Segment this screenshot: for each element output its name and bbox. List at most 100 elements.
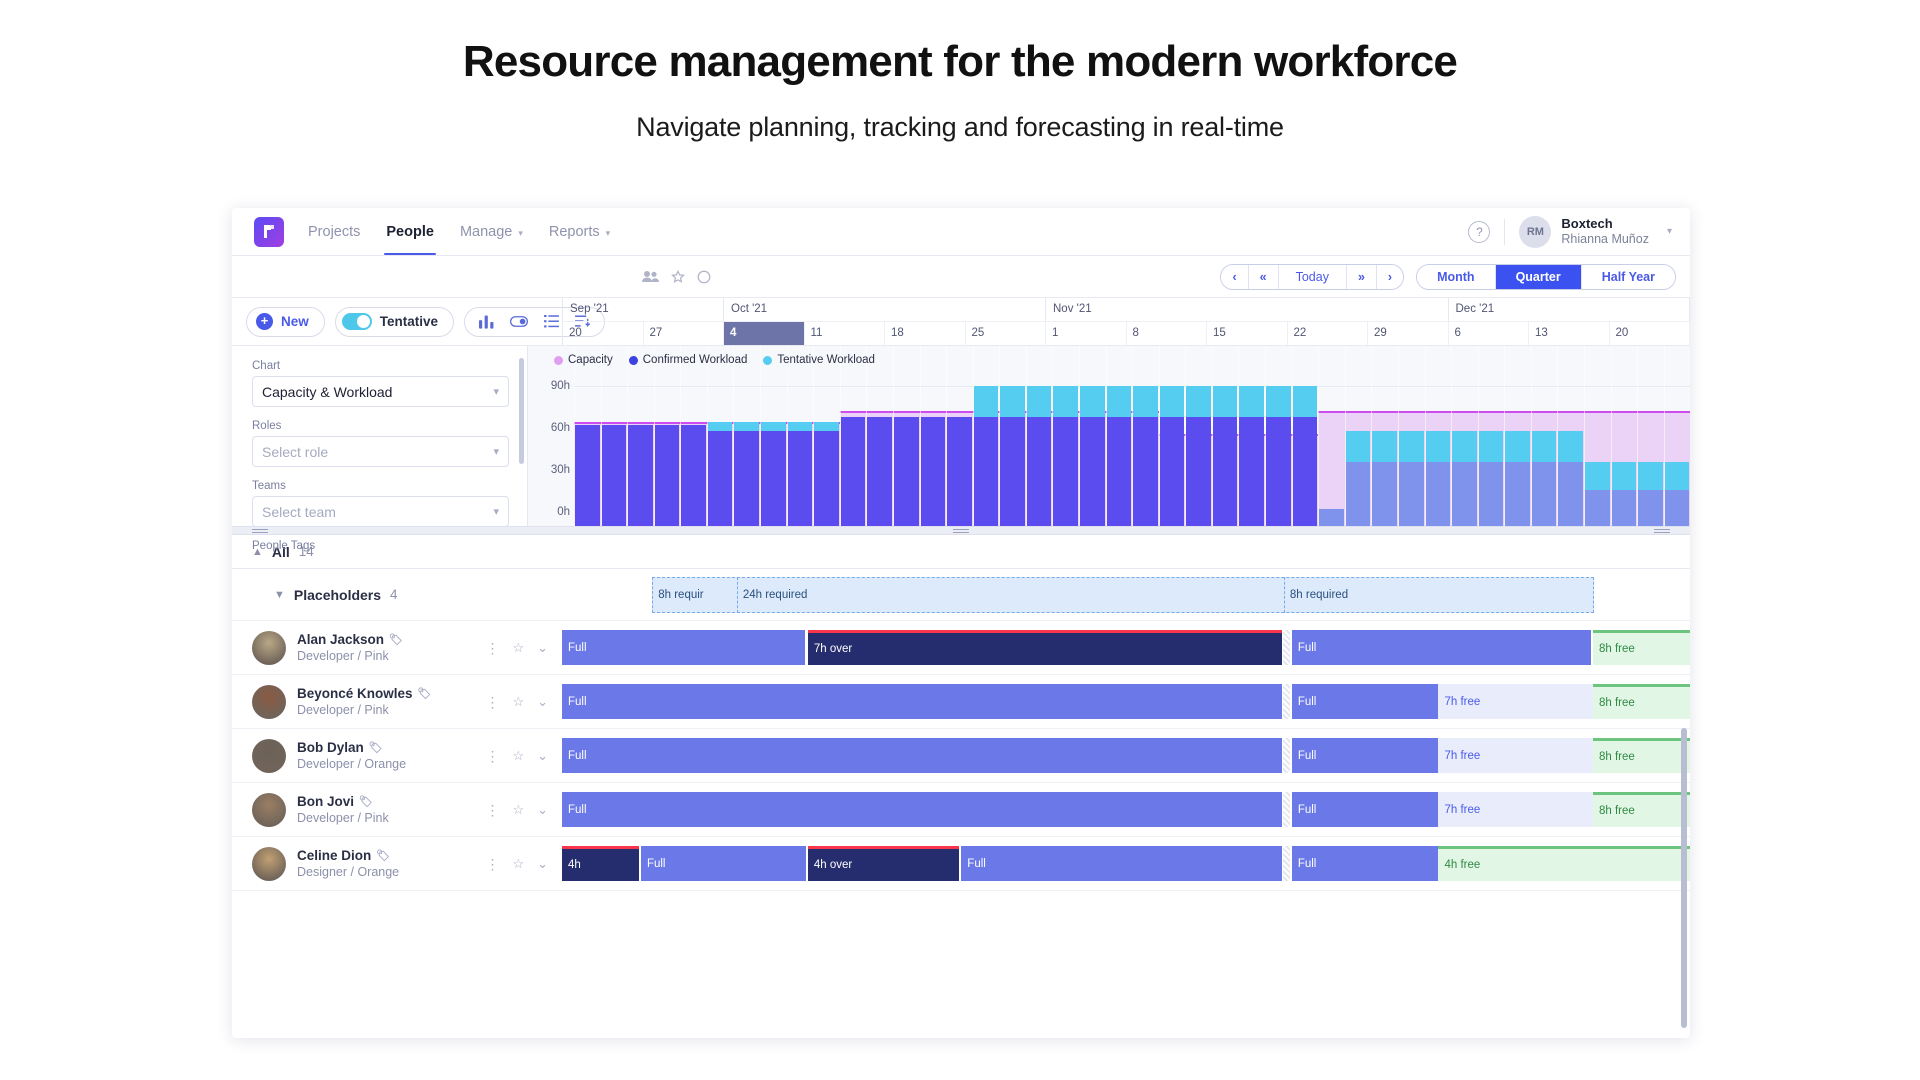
chart-select[interactable]: Capacity & Workload ▾ [252,376,509,407]
chevron-down-icon[interactable]: ⌄ [537,802,548,818]
star-icon[interactable]: ☆ [512,694,524,710]
person-timeline[interactable]: FullFull7h free8h free [562,675,1690,728]
allocation-segment[interactable]: 4h [562,846,639,881]
chevron-down-icon[interactable]: ⌄ [537,694,548,710]
allocation-segment[interactable]: Full [562,792,1282,827]
person-timeline[interactable]: FullFull7h free8h free [562,783,1690,836]
timeline-week[interactable]: 18 [885,322,966,345]
allocation-segment[interactable]: 8h free [1593,630,1690,665]
person-timeline[interactable]: FullFull7h free8h free [562,729,1690,782]
app-logo-icon[interactable] [254,217,284,247]
filters-scrollbar[interactable] [519,358,524,464]
more-options-icon[interactable]: ⋮ [485,862,499,866]
more-options-icon[interactable]: ⋮ [485,754,499,758]
chevron-down-icon[interactable]: ⌄ [537,856,548,872]
account-info[interactable]: Boxtech Rhianna Muñoz [1561,216,1649,248]
allocation-segment[interactable]: Full [562,684,1282,719]
star-icon[interactable] [671,270,685,284]
table-row[interactable]: Beyoncé Knowles🏷Developer / Pink⋮☆⌄FullF… [232,675,1690,729]
timeline-week[interactable]: 27 [644,322,725,345]
allocation-segment[interactable]: Full [562,630,805,665]
timeline-week[interactable]: 22 [1288,322,1369,345]
tentative-toggle-button[interactable]: Tentative [335,307,454,337]
timeline-week[interactable]: 29 [1368,322,1449,345]
chart-resizer[interactable] [232,526,1690,535]
allocation-segment[interactable]: 8h free [1593,792,1690,827]
bar-chart-icon[interactable] [479,315,494,329]
timeline-week[interactable]: 20 [563,322,644,345]
allocation-segment[interactable]: Full [1292,846,1439,881]
placeholders-timeline[interactable]: 8h requir24h required 8h required [562,569,1690,620]
nav-prev-button[interactable]: ‹ [1221,265,1248,289]
placeholder-requirement-segment[interactable]: 8h requir [652,577,737,613]
help-icon[interactable]: ? [1468,221,1490,243]
nav-next-fast-button[interactable]: » [1347,265,1377,289]
allocation-segment[interactable]: Full [641,846,806,881]
allocation-segment[interactable]: 4h over [808,846,959,881]
allocation-segment[interactable]: Full [1292,738,1439,773]
allocation-segment[interactable]: 4h free [1438,846,1690,881]
star-icon[interactable]: ☆ [512,856,524,872]
person-timeline[interactable]: Full7h overFull8h free [562,621,1690,674]
timeline-week[interactable]: 13 [1529,322,1610,345]
allocation-segment[interactable]: 7h over [808,630,1282,665]
chevron-down-icon[interactable]: ⌄ [537,640,548,656]
table-row[interactable]: Celine Dion🏷Designer / Orange⋮☆⌄4hFull4h… [232,837,1690,891]
timeline-week[interactable]: 15 [1207,322,1288,345]
star-icon[interactable]: ☆ [512,748,524,764]
allocation-segment[interactable]: Full [961,846,1281,881]
table-row[interactable]: Alan Jackson🏷Developer / Pink⋮☆⌄Full7h o… [232,621,1690,675]
allocation-segment[interactable]: 8h free [1593,738,1690,773]
people-icon[interactable] [642,270,659,283]
teams-select[interactable]: Select team ▾ [252,496,509,527]
timeline-week[interactable]: 1 [1046,322,1127,345]
more-options-icon[interactable]: ⋮ [485,808,499,812]
person-timeline[interactable]: 4hFull4h overFullFull4h free [562,837,1690,890]
nav-item-projects[interactable]: Projects [308,208,360,255]
allocation-segment[interactable]: 8h free [1593,684,1690,719]
allocation-segment[interactable]: 7h free [1438,738,1593,773]
table-row[interactable]: Bon Jovi🏷Developer / Pink⋮☆⌄FullFull7h f… [232,783,1690,837]
rows-scrollbar[interactable] [1681,728,1687,1028]
timeline-week[interactable]: 8 [1127,322,1208,345]
toggle-switch[interactable] [342,313,372,330]
nav-prev-fast-button[interactable]: « [1249,265,1279,289]
timeline-gap [1283,684,1290,719]
timeline-week[interactable]: 11 [805,322,886,345]
today-button[interactable]: Today [1279,265,1347,289]
roles-select[interactable]: Select role ▾ [252,436,509,467]
allocation-segment[interactable]: Full [1292,684,1439,719]
placeholder-requirement-segment[interactable]: 24h required [737,577,1199,613]
nav-item-people[interactable]: People [386,208,434,255]
allocation-segment[interactable]: Full [562,738,1282,773]
timeline-week[interactable]: 6 [1449,322,1530,345]
timeline-week[interactable]: 20 [1610,322,1691,345]
range-halfyear-button[interactable]: Half Year [1582,265,1675,289]
star-icon[interactable]: ☆ [512,640,524,656]
timeline-week[interactable]: 4 [724,322,805,345]
avatar[interactable]: RM [1519,216,1551,248]
nav-item-manage[interactable]: Manage ▾ [460,208,523,255]
more-options-icon[interactable]: ⋮ [485,700,499,704]
timeline-week[interactable]: 25 [966,322,1047,345]
allocation-segment[interactable]: Full [1292,630,1591,665]
allocation-segment[interactable]: Full [1292,792,1439,827]
allocation-segment[interactable]: 7h free [1438,792,1593,827]
list-icon[interactable] [544,315,559,328]
range-month-button[interactable]: Month [1417,265,1495,289]
chevron-down-icon[interactable]: ⌄ [537,748,548,764]
table-row[interactable]: Bob Dylan🏷Developer / Orange⋮☆⌄FullFull7… [232,729,1690,783]
chevron-down-icon[interactable]: ▾ [1667,226,1672,237]
placeholders-group-row[interactable]: ▼ Placeholders 4 8h requir24h required8h… [232,569,1690,621]
more-options-icon[interactable]: ⋮ [485,646,499,650]
nav-next-button[interactable]: › [1377,265,1403,289]
range-quarter-button[interactable]: Quarter [1496,265,1582,289]
chevron-down-icon[interactable]: ▼ [274,589,285,601]
allocation-segment[interactable]: 7h free [1438,684,1593,719]
new-button[interactable]: + New [246,307,325,337]
placeholder-requirement-segment[interactable]: 8h required [1284,577,1594,613]
star-icon[interactable]: ☆ [512,802,524,818]
nav-item-reports[interactable]: Reports ▾ [549,208,610,255]
toggle-icon[interactable] [510,316,528,327]
help-circle-icon[interactable] [697,270,711,284]
